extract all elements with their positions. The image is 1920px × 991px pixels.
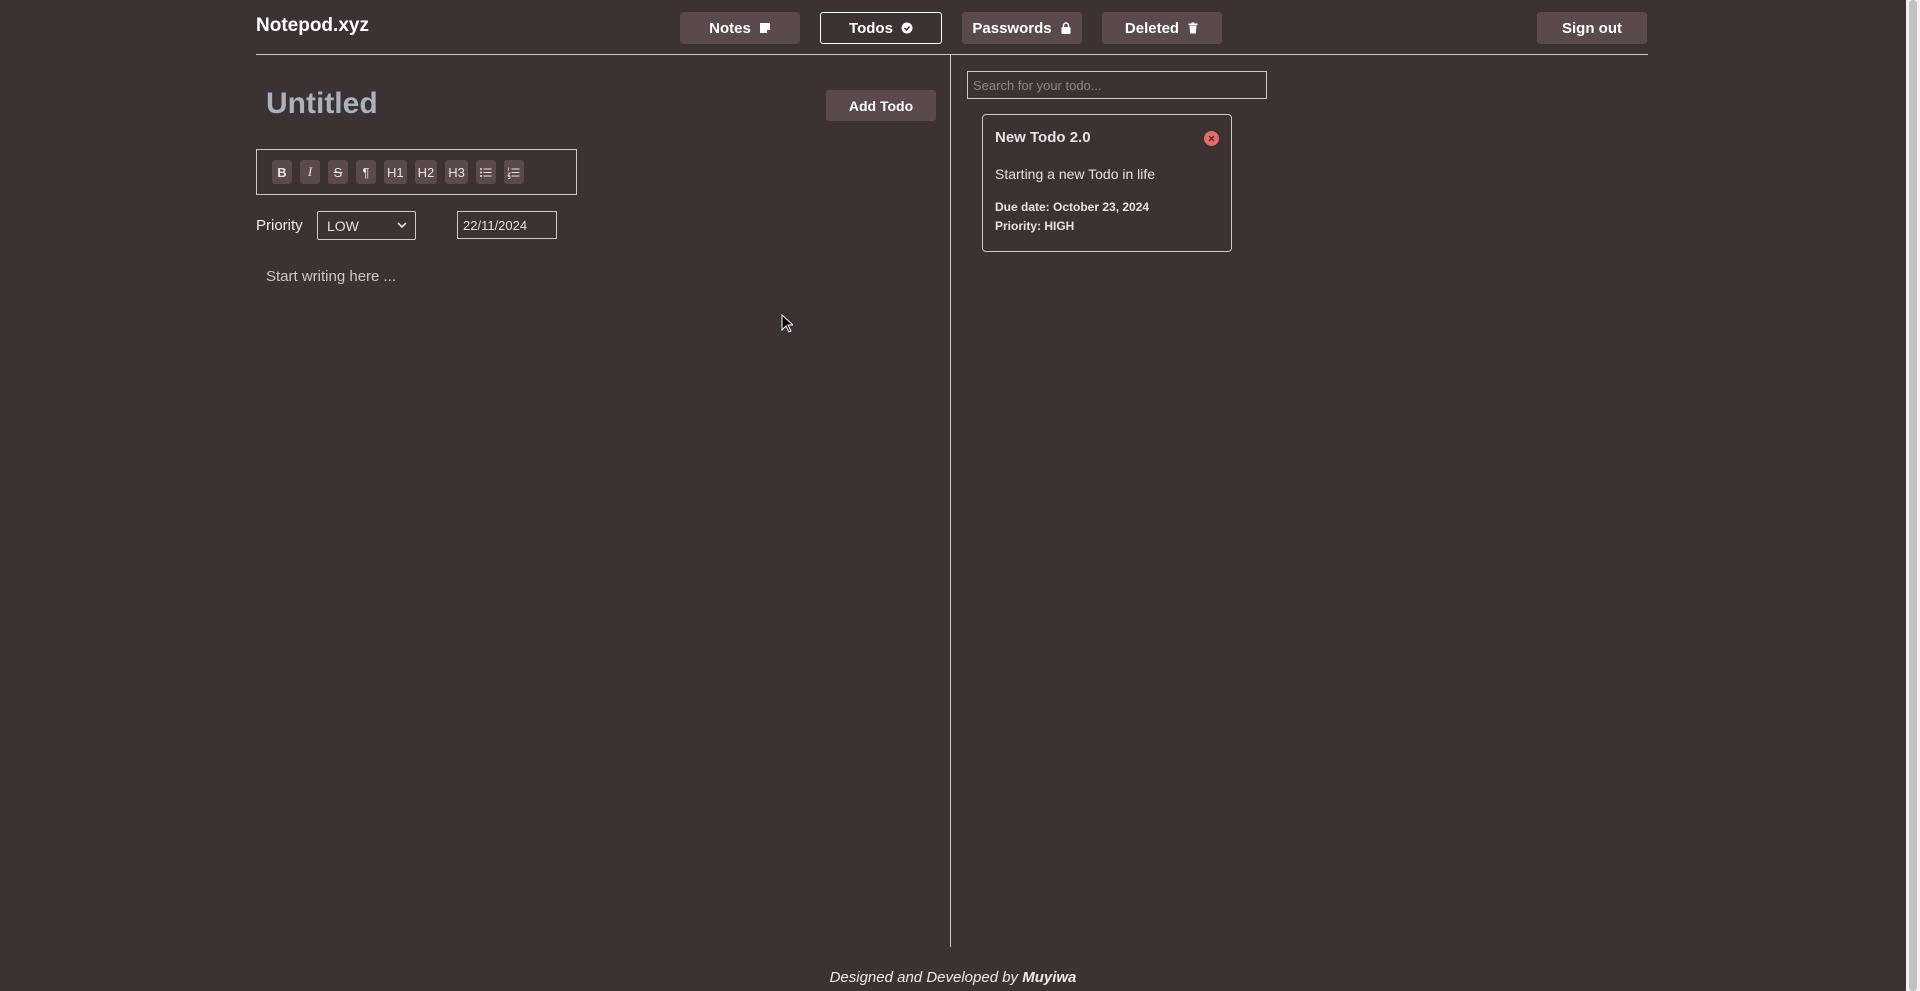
- editor-body-placeholder[interactable]: Start writing here ...: [266, 268, 396, 285]
- nav-notes-label: Notes: [709, 19, 751, 37]
- editor-toolbar: B I S ¶ H1 H2 H3: [256, 149, 577, 195]
- priority-label: Priority: [256, 217, 303, 234]
- italic-button[interactable]: I: [300, 160, 320, 184]
- delete-todo-button[interactable]: [1204, 131, 1219, 146]
- trash-icon: [1188, 22, 1198, 34]
- lock-icon: [1061, 22, 1071, 34]
- panel-divider: [950, 55, 951, 947]
- nav-passwords-button[interactable]: Passwords: [962, 12, 1082, 44]
- todo-card-priority: Priority: HIGH: [995, 219, 1075, 233]
- check-circle-icon: [901, 22, 913, 34]
- footer-text: Designed and Developed by: [829, 969, 1019, 986]
- sign-out-label: Sign out: [1562, 19, 1622, 37]
- bullet-list-button[interactable]: [475, 160, 496, 184]
- footer-author: Muyiwa: [1022, 969, 1077, 986]
- todo-card-body: Starting a new Todo in life: [995, 166, 1156, 182]
- strikethrough-button[interactable]: S: [328, 160, 348, 184]
- nav-passwords-label: Passwords: [972, 19, 1052, 37]
- paragraph-button[interactable]: ¶: [356, 160, 376, 184]
- nav-deleted-label: Deleted: [1124, 19, 1180, 37]
- bold-button[interactable]: B: [272, 160, 292, 184]
- due-date-input[interactable]: 22/11/2024: [457, 211, 557, 239]
- sign-out-button[interactable]: Sign out: [1537, 12, 1647, 44]
- nav-deleted-button[interactable]: Deleted: [1102, 12, 1222, 44]
- nav-notes-button[interactable]: Notes: [680, 12, 800, 44]
- priority-select-value: LOW: [327, 217, 359, 234]
- mouse-cursor-icon: [781, 314, 793, 333]
- sticky-note-icon: [759, 23, 770, 33]
- todo-title-input[interactable]: Untitled: [266, 87, 378, 121]
- todo-card-due-date: Due date: October 23, 2024: [995, 200, 1150, 214]
- nav-todos-button[interactable]: Todos: [820, 12, 942, 44]
- heading1-button[interactable]: H1: [384, 160, 407, 184]
- todo-card[interactable]: New Todo 2.0 Starting a new Todo in life…: [982, 114, 1232, 252]
- heading3-button[interactable]: H3: [445, 160, 468, 184]
- close-icon: [1208, 135, 1215, 142]
- scrollbar-thumb[interactable]: [1909, 0, 1917, 991]
- todo-card-title: New Todo 2.0: [995, 129, 1091, 146]
- nav-todos-label: Todos: [849, 19, 893, 37]
- priority-select[interactable]: LOW: [317, 211, 416, 240]
- todo-search-input[interactable]: Search for your todo...: [967, 71, 1267, 99]
- bullet-list-icon: [480, 167, 492, 177]
- chevron-down-icon: [397, 222, 407, 229]
- brand-logo[interactable]: Notepod.xyz: [256, 15, 369, 37]
- header-divider: [256, 54, 1648, 55]
- ordered-list-icon: [507, 167, 520, 179]
- heading2-button[interactable]: H2: [414, 160, 438, 184]
- ordered-list-button[interactable]: [503, 160, 524, 184]
- add-todo-button[interactable]: Add Todo: [826, 90, 936, 121]
- page-scrollbar[interactable]: [1906, 0, 1920, 991]
- footer-credit: Designed and Developed by Muyiwa: [0, 969, 1906, 986]
